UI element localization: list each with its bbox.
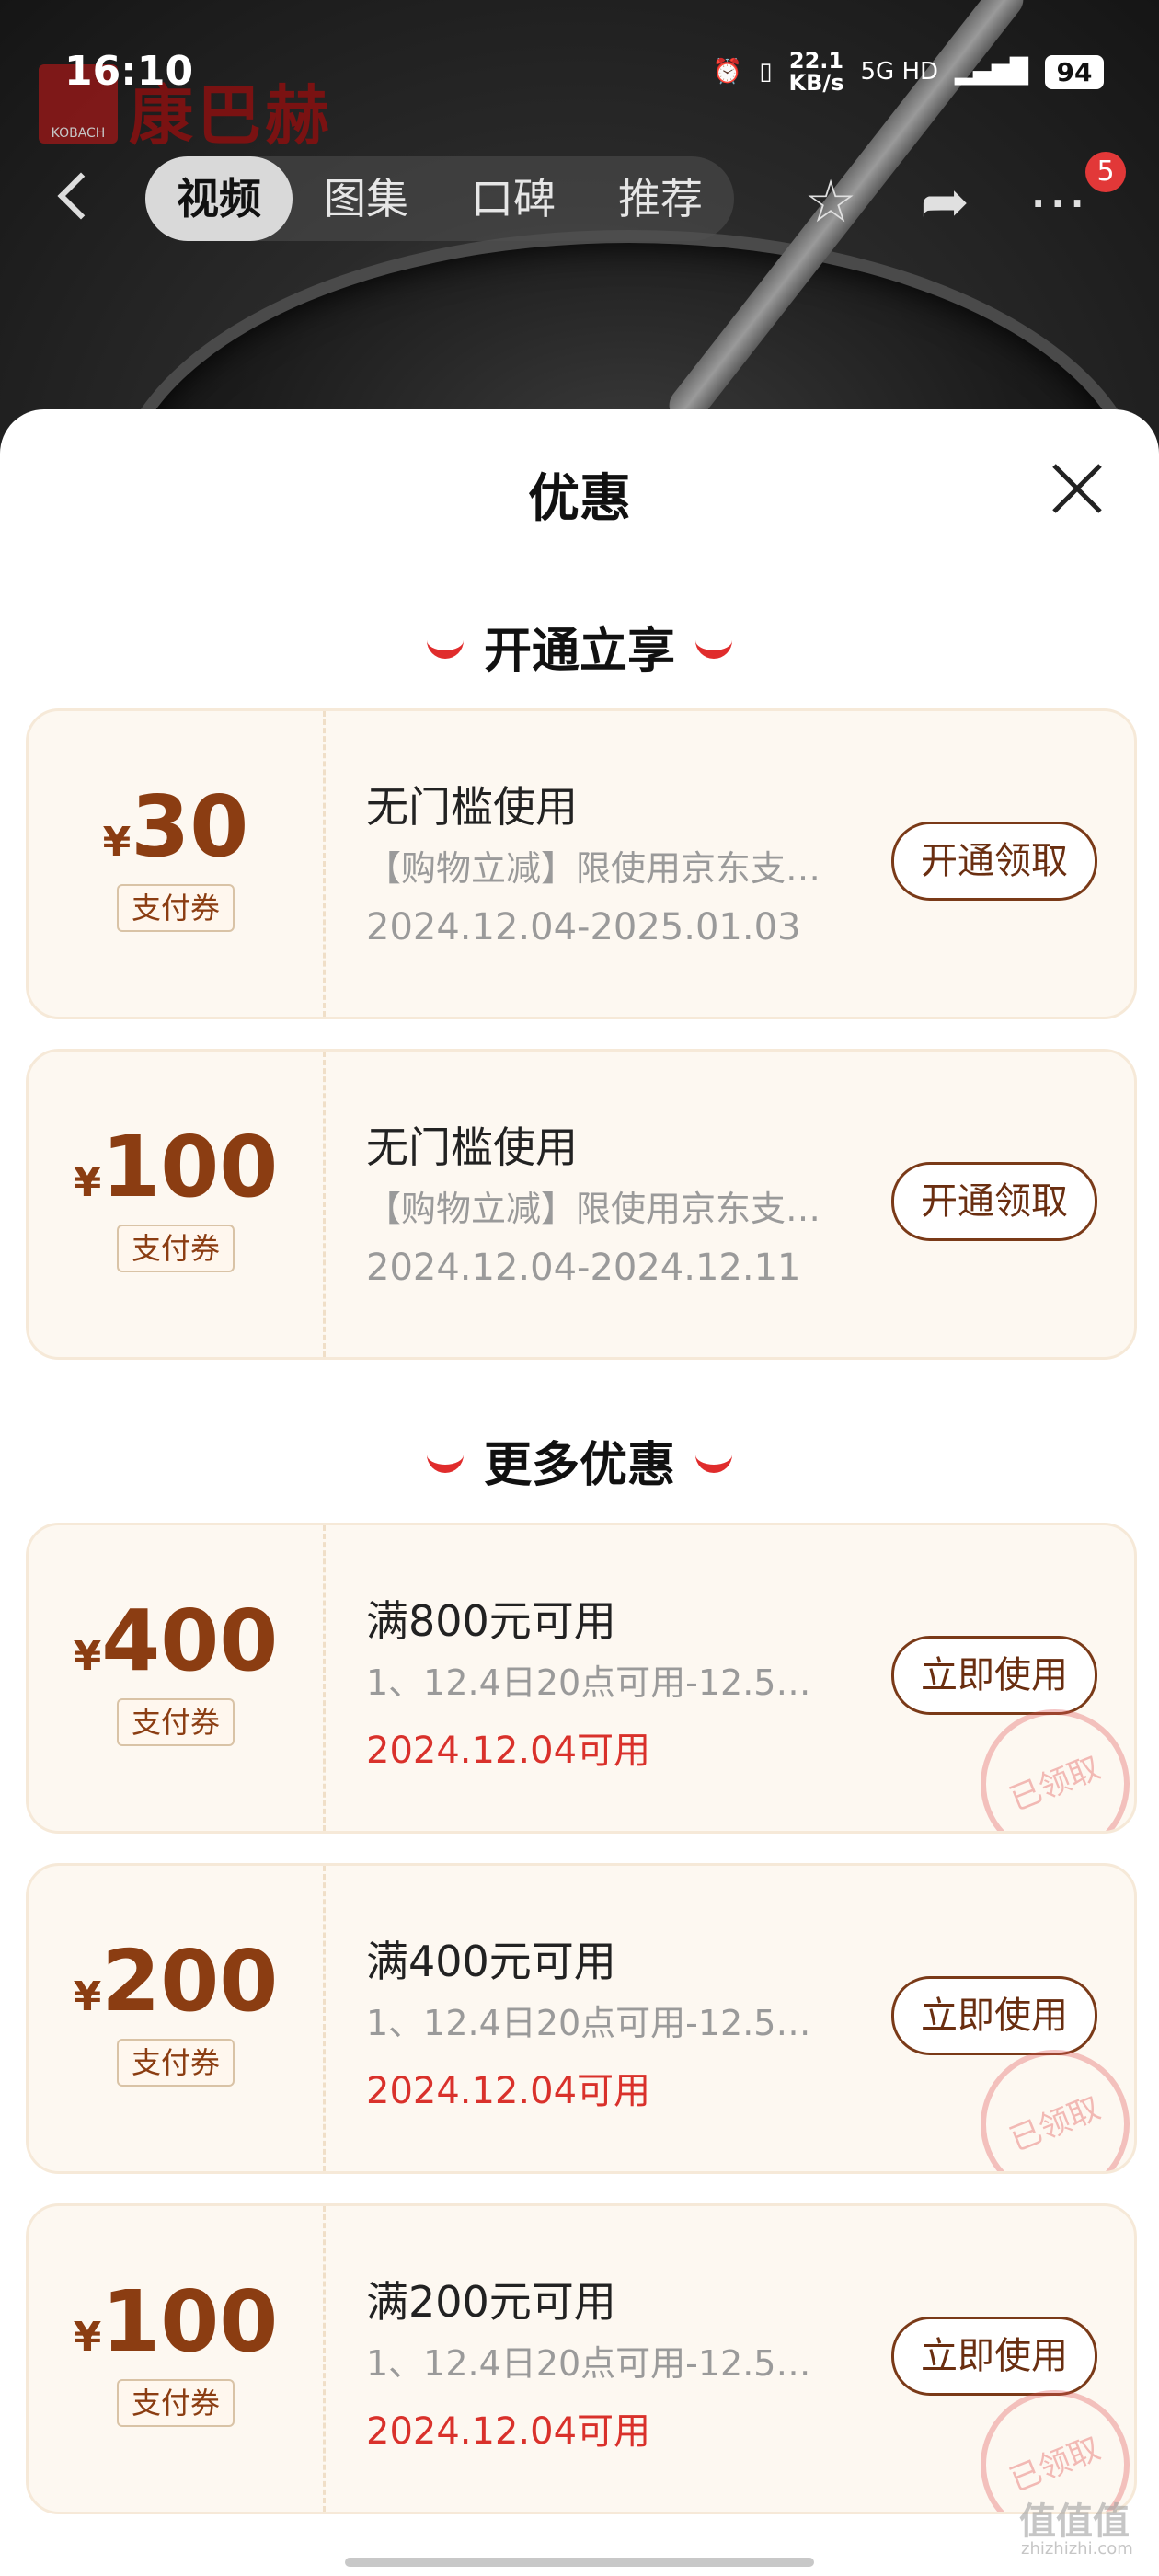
coupon-desc: 【购物立减】限使用京东支… — [366, 1189, 821, 1229]
coupon-value-area: ¥200 支付券 — [29, 1866, 326, 2171]
coupon-title: 满200元可用 — [366, 2277, 616, 2327]
status-icons: ⏰ ▯ 22.1 KB/s 5G HD ▂▄▆█ 94 — [713, 50, 1104, 94]
more-icon[interactable]: ⋯ — [1026, 170, 1090, 235]
star-icon[interactable]: ☆ — [798, 170, 863, 235]
smile-deco-icon — [695, 632, 732, 659]
product-hero: KOBACH 康巴赫 16:10 ⏰ ▯ 22.1 KB/s 5G HD ▂▄▆… — [0, 0, 1159, 432]
coupon-card[interactable]: ¥200 支付券 满400元可用 1、12.4日20点可用-12.5… 2024… — [26, 1863, 1137, 2174]
use-now-button[interactable]: 立即使用 — [891, 1976, 1097, 2055]
coupon-amount: ¥100 — [73, 2272, 279, 2371]
battery-level: 94 — [1045, 54, 1104, 89]
coupon-date: 2024.12.04可用 — [366, 2070, 651, 2112]
network-type: 5G HD — [860, 58, 939, 86]
coupon-title: 无门槛使用 — [366, 782, 578, 832]
coupon-card[interactable]: ¥30 支付券 无门槛使用 【购物立减】限使用京东支… 2024.12.04-2… — [26, 708, 1137, 1019]
status-bar: 16:10 ⏰ ▯ 22.1 KB/s 5G HD ▂▄▆█ 94 — [0, 37, 1159, 101]
coupon-tag: 支付券 — [117, 2379, 235, 2427]
close-icon[interactable] — [1049, 460, 1106, 517]
notification-badge: 5 — [1085, 152, 1126, 192]
smile-deco-icon — [426, 1446, 464, 1473]
status-time: 16:10 — [64, 48, 194, 95]
coupon-date: 2024.12.04-2025.01.03 — [366, 906, 801, 949]
coupon-value-area: ¥100 支付券 — [29, 2206, 326, 2512]
tab-gallery[interactable]: 图集 — [293, 156, 440, 241]
home-indicator[interactable] — [345, 2558, 814, 2567]
tab-reviews[interactable]: 口碑 — [440, 156, 587, 241]
coupon-amount: ¥200 — [73, 1932, 279, 2030]
coupon-tag: 支付券 — [117, 884, 235, 932]
use-now-button[interactable]: 立即使用 — [891, 2317, 1097, 2396]
coupon-desc: 1、12.4日20点可用-12.5… — [366, 2343, 811, 2384]
coupon-title: 无门槛使用 — [366, 1122, 578, 1172]
network-speed: 22.1 KB/s — [788, 48, 844, 96]
coupon-tag: 支付券 — [117, 2039, 235, 2087]
coupon-desc: 1、12.4日20点可用-12.5… — [366, 2003, 811, 2043]
coupon-title: 满400元可用 — [366, 1937, 616, 1986]
coupon-amount: ¥400 — [73, 1592, 279, 1690]
alarm-icon: ⏰ — [712, 58, 743, 86]
coupon-card[interactable]: ¥100 支付券 无门槛使用 【购物立减】限使用京东支… 2024.12.04-… — [26, 1049, 1137, 1360]
section-heading: 开通立享 — [0, 612, 1159, 681]
section-heading: 更多优惠 — [0, 1426, 1159, 1495]
tab-bar: 视频 图集 口碑 推荐 — [145, 156, 734, 241]
share-icon[interactable]: ➦ — [912, 170, 977, 235]
claim-button[interactable]: 开通领取 — [891, 822, 1097, 901]
coupon-date: 2024.12.04可用 — [366, 2410, 651, 2453]
coupon-amount: ¥30 — [102, 777, 249, 876]
smile-deco-icon — [426, 632, 464, 659]
coupon-title: 满800元可用 — [366, 1596, 616, 1646]
vibrate-icon: ▯ — [759, 58, 773, 86]
watermark: 值值值 — [1019, 2501, 1130, 2543]
coupon-desc: 【购物立减】限使用京东支… — [366, 848, 821, 889]
smile-deco-icon — [695, 1446, 732, 1473]
coupon-tag: 支付券 — [117, 1698, 235, 1746]
watermark-url: zhizhizhi.com — [1021, 2539, 1133, 2559]
coupon-value-area: ¥100 支付券 — [29, 1052, 326, 1357]
tab-recommend[interactable]: 推荐 — [587, 156, 734, 241]
use-now-button[interactable]: 立即使用 — [891, 1636, 1097, 1715]
coupon-sheet: 优惠 开通立享 ¥30 支付券 无门槛使用 【购物立减】限使用京东支… 2024… — [0, 409, 1159, 2576]
coupon-tag: 支付券 — [117, 1225, 235, 1272]
coupon-card[interactable]: ¥400 支付券 满800元可用 1、12.4日20点可用-12.5… 2024… — [26, 1523, 1137, 1834]
top-nav: 视频 图集 口碑 推荐 ☆ ➦ ⋯ 5 — [0, 152, 1159, 244]
coupon-date: 2024.12.04-2024.12.11 — [366, 1247, 801, 1289]
tab-video[interactable]: 视频 — [145, 156, 293, 241]
coupon-value-area: ¥30 支付券 — [29, 711, 326, 1017]
back-icon[interactable] — [57, 172, 105, 220]
coupon-amount: ¥100 — [73, 1118, 279, 1216]
coupon-date: 2024.12.04可用 — [366, 1730, 651, 1772]
product-image-pan — [110, 230, 1148, 432]
coupon-value-area: ¥400 支付券 — [29, 1525, 326, 1831]
coupon-card[interactable]: ¥100 支付券 满200元可用 1、12.4日20点可用-12.5… 2024… — [26, 2203, 1137, 2514]
sheet-title: 优惠 — [528, 469, 631, 529]
coupon-desc: 1、12.4日20点可用-12.5… — [366, 1662, 811, 1703]
claim-button[interactable]: 开通领取 — [891, 1162, 1097, 1241]
signal-icon: ▂▄▆█ — [955, 58, 1028, 86]
